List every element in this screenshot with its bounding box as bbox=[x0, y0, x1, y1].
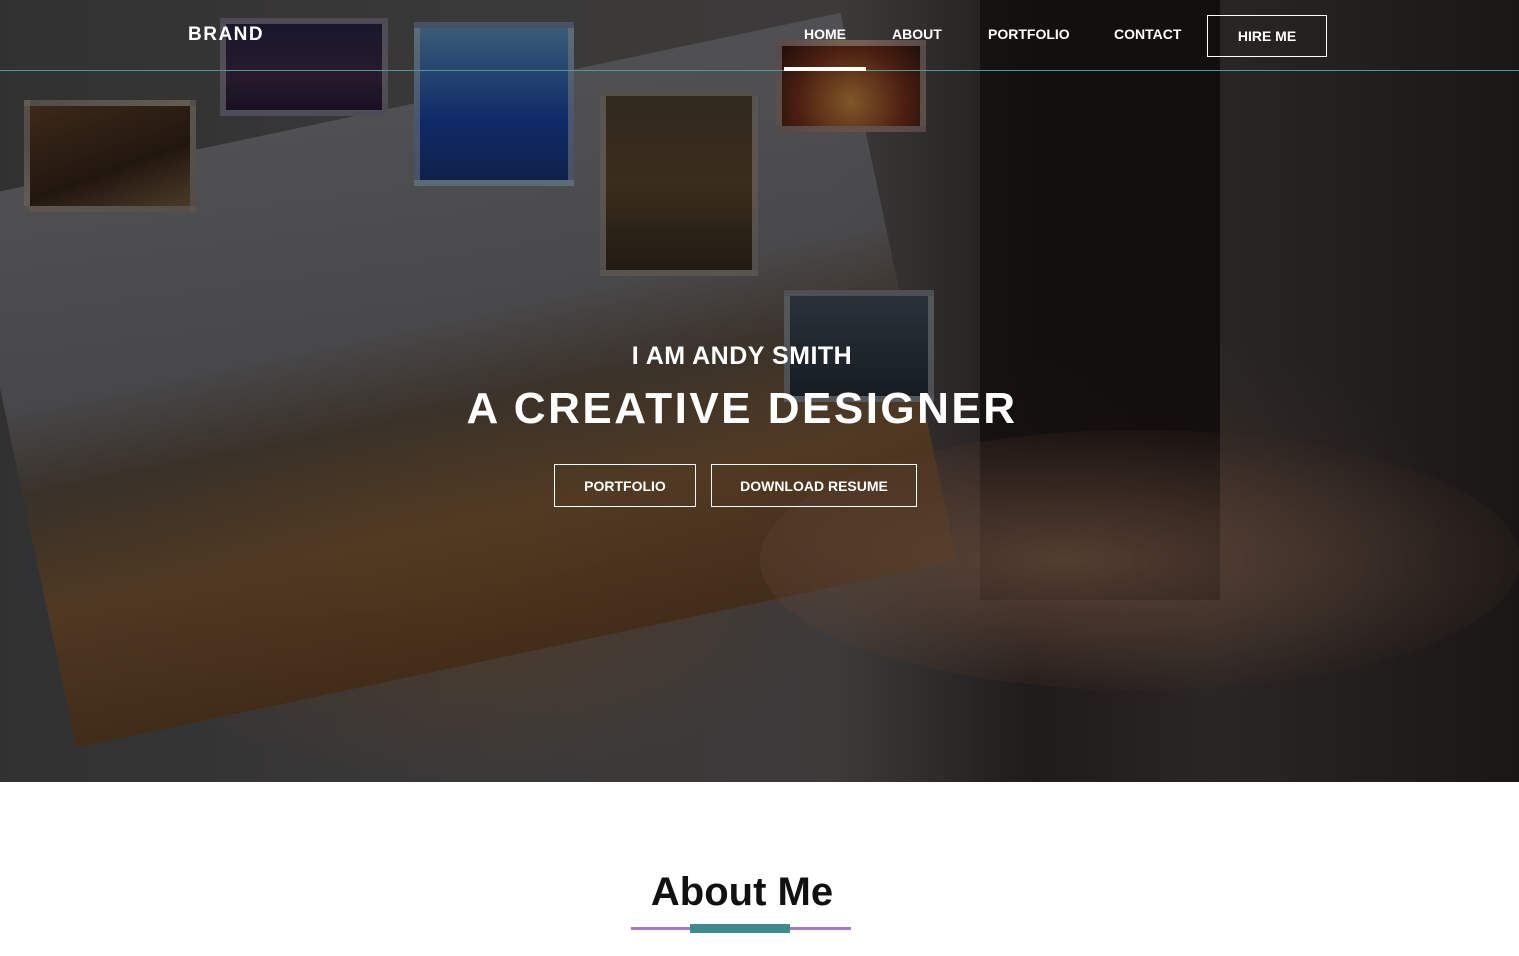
nav-item-portfolio[interactable]: PORTFOLIO bbox=[988, 26, 1070, 42]
navbar: BRAND HOME ABOUT PORTFOLIO CONTACT HIRE … bbox=[0, 0, 1519, 71]
portfolio-button[interactable]: PORTFOLIO bbox=[554, 464, 696, 507]
hero-subtitle: I AM ANDY SMITH bbox=[631, 342, 853, 370]
download-resume-button[interactable]: DOWNLOAD RESUME bbox=[711, 464, 917, 507]
hero-title: A CREATIVE DESIGNER bbox=[466, 384, 1018, 433]
title-underline-accent bbox=[690, 924, 790, 933]
nav-item-contact[interactable]: CONTACT bbox=[1114, 26, 1181, 42]
brand-logo[interactable]: BRAND bbox=[188, 24, 264, 46]
active-nav-indicator bbox=[784, 67, 866, 71]
about-section-title: About Me bbox=[650, 870, 834, 914]
hero-section: BRAND HOME ABOUT PORTFOLIO CONTACT HIRE … bbox=[0, 0, 1519, 782]
hire-me-button[interactable]: HIRE ME bbox=[1207, 15, 1327, 57]
nav-item-home[interactable]: HOME bbox=[804, 26, 846, 42]
nav-item-about[interactable]: ABOUT bbox=[892, 26, 942, 42]
